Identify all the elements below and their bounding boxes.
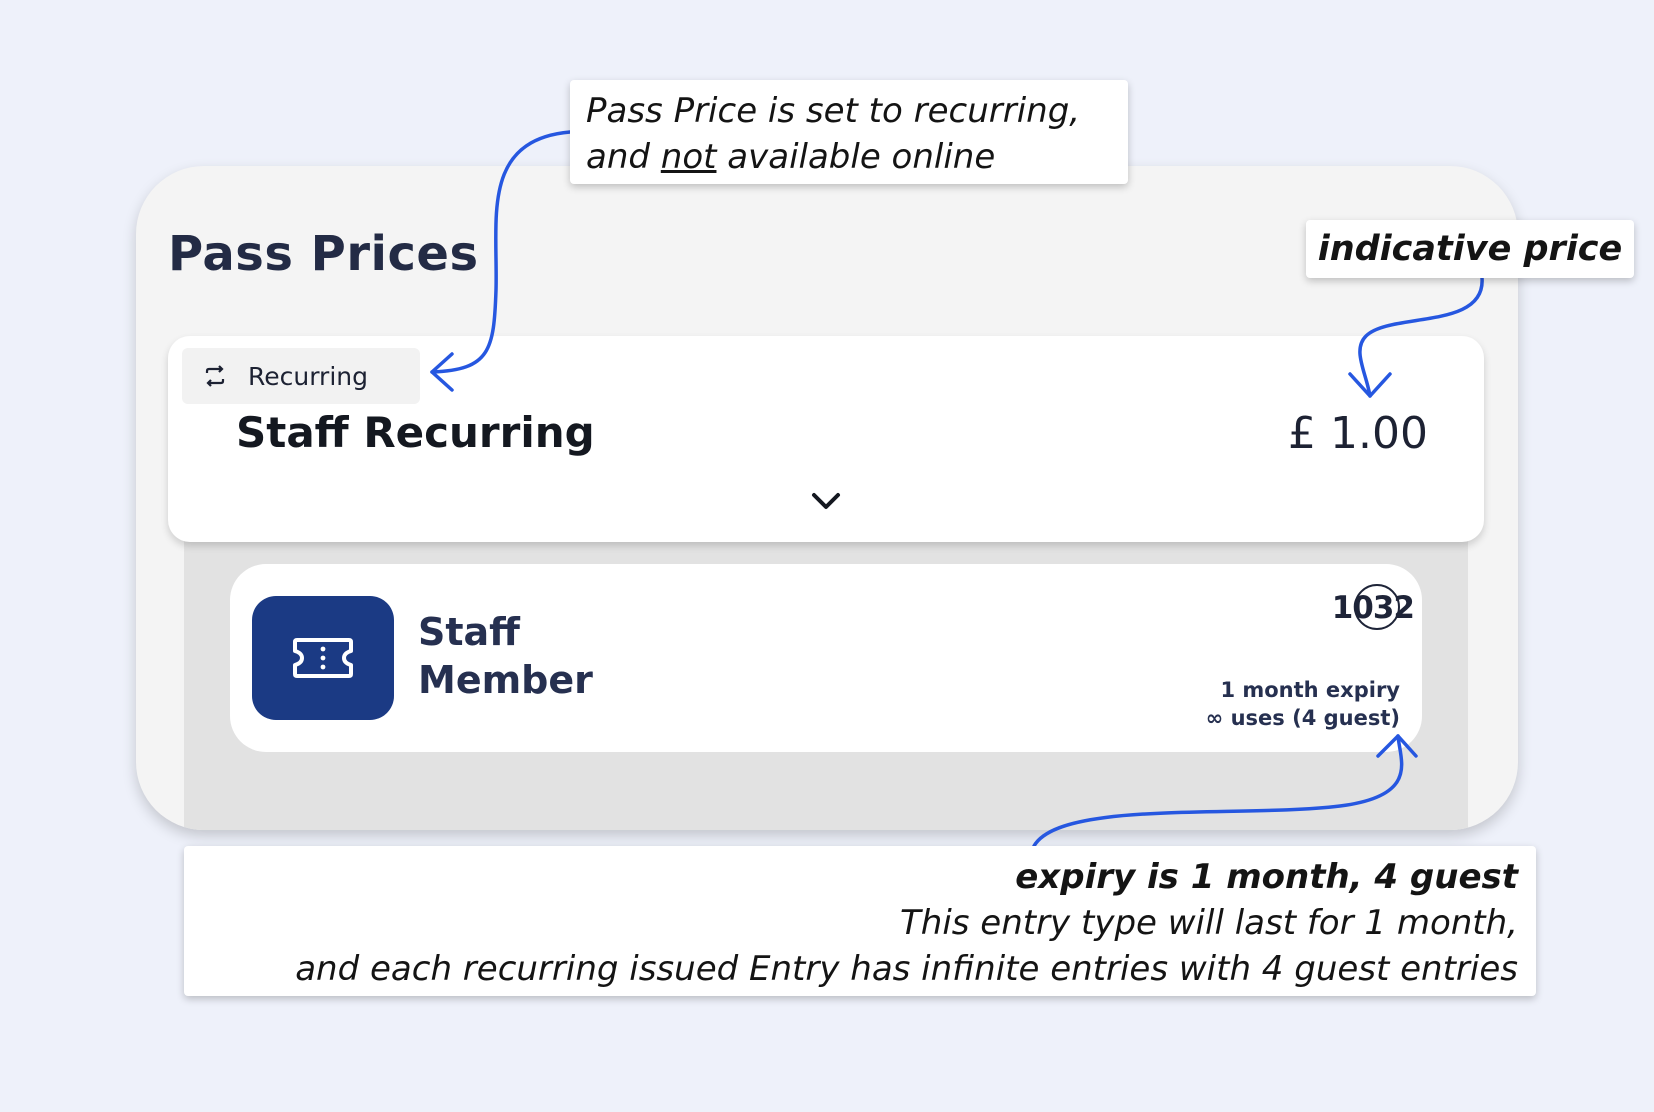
recurring-tag[interactable]: Recurring (182, 348, 420, 404)
ticket-icon (252, 596, 394, 720)
expiry-annotation: expiry is 1 month, 4 guest This entry ty… (184, 846, 1536, 996)
entry-type-name: Staff Member (418, 608, 593, 704)
expiry-annotation-heading: expiry is 1 month, 4 guest (1015, 857, 1518, 897)
recurring-annotation: Pass Price is set to recurring, and not … (570, 80, 1128, 184)
pass-price-name: Staff Recurring (236, 408, 595, 457)
recurring-tag-label: Recurring (248, 361, 368, 391)
expiry-annotation-line1: This entry type will last for 1 month, (900, 903, 1518, 943)
entry-expiry-info: 1 month expiry ∞ uses (4 guest) (1206, 676, 1400, 732)
recurring-annotation-emphasis: not (660, 137, 717, 177)
chevron-down-icon[interactable] (808, 488, 844, 514)
entry-uses-text: ∞ uses (4 guest) (1205, 706, 1400, 730)
expiry-annotation-line2: and each recurring issued Entry has infi… (295, 949, 1518, 989)
recurring-annotation-line2-suffix: available online (716, 137, 996, 177)
panel-title: Pass Prices (168, 226, 479, 282)
entry-name-line1: Staff (418, 610, 520, 654)
entry-type-card[interactable]: Staff Member 1032 1 month expiry ∞ uses … (230, 564, 1422, 752)
entry-expiry-text: 1 month expiry (1220, 678, 1400, 702)
pass-price-amount: £ 1.00 (1288, 408, 1428, 459)
price-annotation: indicative price (1306, 220, 1634, 278)
recurring-annotation-line1: Pass Price is set to recurring, (586, 91, 1081, 131)
entry-id: 1032 (1331, 590, 1415, 626)
repeat-icon (202, 363, 228, 389)
pass-price-card[interactable]: Recurring Staff Recurring £ 1.00 (168, 336, 1484, 542)
recurring-annotation-line2-prefix: and (586, 137, 661, 177)
entry-name-line2: Member (418, 658, 593, 702)
